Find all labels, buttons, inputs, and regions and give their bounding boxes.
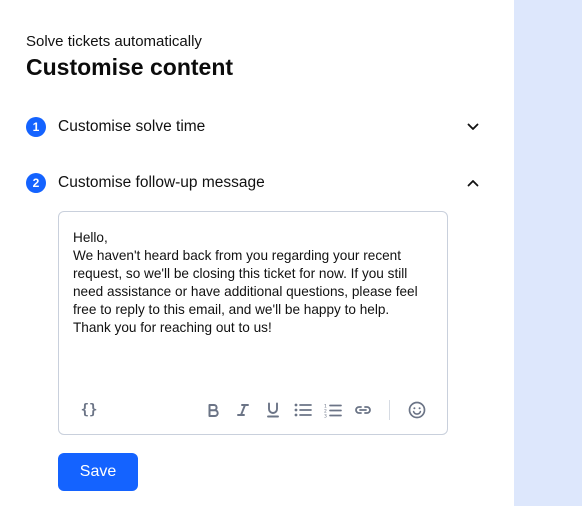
step-label: Customise solve time — [58, 118, 206, 135]
variable-icon[interactable]: {} — [77, 398, 101, 422]
step-customise-follow-up-message[interactable]: 2 Customise follow-up message — [26, 172, 480, 194]
step-number-badge: 1 — [26, 117, 46, 137]
numbered-list-icon[interactable]: 123 — [321, 398, 345, 422]
bulleted-list-icon[interactable] — [291, 398, 315, 422]
step-number-badge: 2 — [26, 173, 46, 193]
bold-icon[interactable] — [201, 398, 225, 422]
side-panel — [514, 0, 582, 506]
message-text[interactable]: Hello, We haven't heard back from you re… — [73, 229, 435, 337]
underline-icon[interactable] — [261, 398, 285, 422]
editor-toolbar: {} 123 — [59, 398, 447, 422]
page-eyebrow: Solve tickets automatically — [26, 33, 202, 50]
toolbar-divider — [389, 400, 390, 420]
link-icon[interactable] — [351, 398, 375, 422]
step-customise-solve-time[interactable]: 1 Customise solve time — [26, 116, 480, 138]
chevron-up-icon[interactable] — [466, 176, 480, 190]
step-label: Customise follow-up message — [58, 174, 265, 191]
main-panel: Solve tickets automatically Customise co… — [0, 0, 514, 506]
italic-icon[interactable] — [231, 398, 255, 422]
svg-text:3: 3 — [324, 413, 327, 418]
chevron-down-icon[interactable] — [466, 120, 480, 134]
page-title: Customise content — [26, 54, 234, 80]
emoji-icon[interactable] — [405, 398, 429, 422]
follow-up-message-editor[interactable]: Hello, We haven't heard back from you re… — [58, 211, 448, 435]
save-button[interactable]: Save — [58, 453, 138, 491]
